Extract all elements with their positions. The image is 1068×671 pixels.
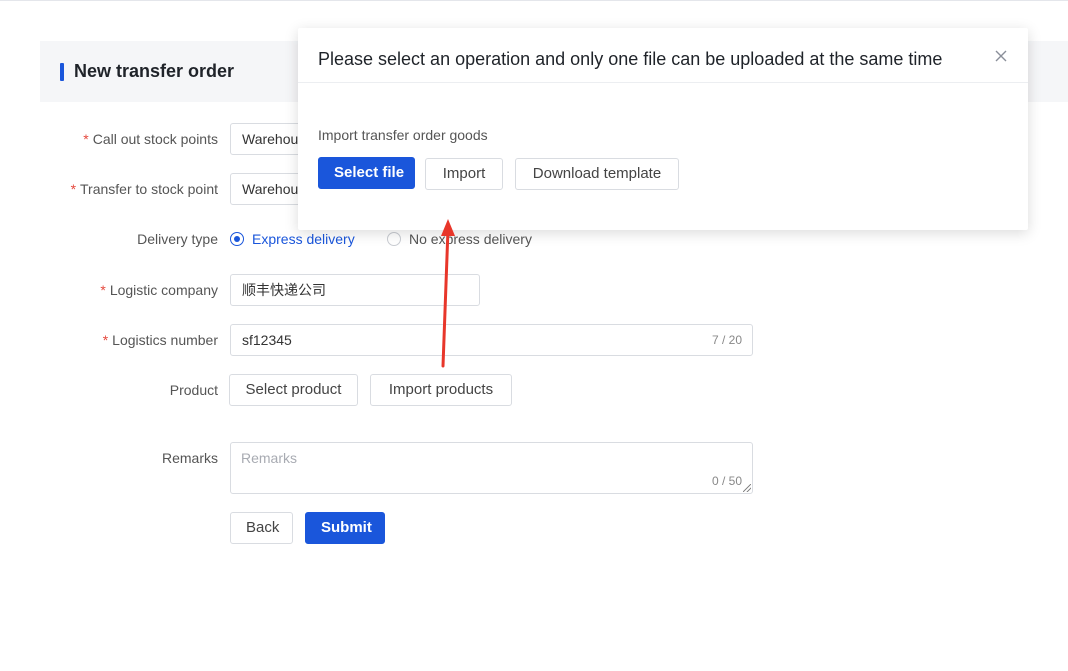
required-mark: *: [70, 181, 77, 197]
required-mark: *: [83, 131, 89, 147]
remarks-textarea[interactable]: Remarks 0 / 50: [230, 442, 753, 494]
top-divider: [0, 0, 1068, 1]
required-mark: *: [102, 332, 109, 348]
logistics-number-input[interactable]: sf12345 7 / 20: [230, 324, 753, 356]
logistics-number-row: * Logistics number sf12345 7 / 20: [0, 324, 1068, 356]
page-title: New transfer order: [74, 61, 235, 81]
logistic-company-input[interactable]: 顺丰快递公司: [230, 274, 480, 306]
remarks-counter: 0 / 50: [711, 474, 742, 488]
logistics-number-counter: 7 / 20: [711, 333, 742, 347]
submit-button[interactable]: Submit: [305, 512, 385, 544]
remarks-placeholder: Remarks: [241, 450, 298, 466]
modal-subtitle: Import transfer order goods: [318, 127, 488, 143]
select-file-button[interactable]: Select file: [318, 157, 415, 189]
import-products-button[interactable]: Import products: [370, 374, 512, 406]
logistics-number-label: * Logistics number: [102, 332, 218, 348]
logistic-company-row: * Logistic company 顺丰快递公司: [0, 274, 1068, 306]
modal-title: Please select an operation and only one …: [318, 49, 943, 69]
close-icon[interactable]: [994, 49, 1008, 63]
back-button[interactable]: Back: [230, 512, 293, 544]
remarks-row: Remarks Remarks 0 / 50: [0, 442, 1068, 494]
no-express-delivery-radio[interactable]: [387, 232, 401, 246]
modal-divider: [298, 82, 1028, 83]
select-product-button[interactable]: Select product: [229, 374, 358, 406]
import-button[interactable]: Import: [425, 158, 503, 190]
call-out-label: * Call out stock points: [83, 131, 218, 147]
required-mark: *: [100, 282, 106, 298]
header-accent-bar: [60, 63, 64, 81]
express-delivery-radio[interactable]: [230, 232, 244, 246]
download-template-button[interactable]: Download template: [515, 158, 679, 190]
product-label: Product: [169, 382, 218, 398]
logistic-company-label: * Logistic company: [100, 282, 218, 298]
delivery-type-label: Delivery type: [137, 231, 218, 247]
product-row: Product Select product Import products: [0, 374, 1068, 406]
remarks-label: Remarks: [161, 450, 218, 466]
transfer-to-label: * Transfer to stock point: [70, 181, 218, 197]
import-modal: Please select an operation and only one …: [298, 28, 1028, 230]
resize-handle[interactable]: [743, 484, 751, 492]
